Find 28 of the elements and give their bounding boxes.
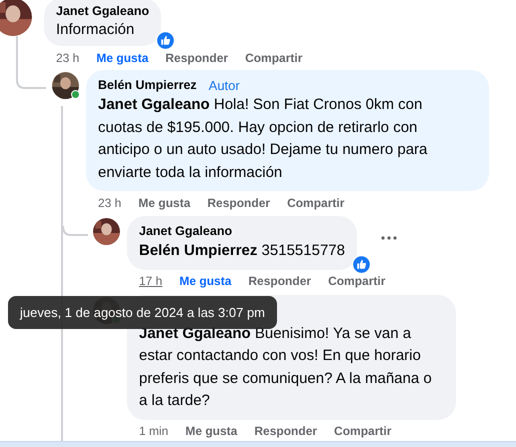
timestamp-link[interactable]: 23 h — [98, 196, 122, 210]
like-link[interactable]: Me gusta — [96, 50, 148, 64]
more-options-icon[interactable] — [380, 236, 397, 240]
reply-link[interactable]: Responder — [248, 274, 312, 288]
like-reaction-icon[interactable] — [352, 254, 371, 274]
author-label: Autor — [208, 77, 240, 94]
reply-link[interactable]: Responder — [165, 50, 228, 64]
date-tooltip: jueves, 1 de agosto de 2024 a las 3:07 pm — [8, 296, 278, 329]
like-link[interactable]: Me gusta — [138, 196, 190, 210]
share-link[interactable]: Compartir — [287, 196, 344, 210]
reply-link[interactable]: Responder — [254, 424, 318, 438]
comment-text: Información — [56, 20, 136, 40]
thread-line — [16, 36, 46, 89]
author-name[interactable]: Janet Ggaleano — [139, 223, 232, 240]
timestamp-link[interactable]: 1 min — [139, 424, 168, 438]
share-link[interactable]: Compartir — [328, 274, 386, 288]
author-name[interactable]: Belén Umpierrez — [98, 77, 197, 94]
share-link[interactable]: Compartir — [245, 50, 302, 64]
comment-text: Belén Umpierrez 3515515778 — [139, 241, 345, 261]
like-link[interactable]: Me gusta — [179, 274, 232, 288]
author-name[interactable]: Janet Ggaleano — [56, 3, 150, 20]
timestamp-link[interactable]: 17 h — [139, 274, 162, 288]
like-link[interactable]: Me gusta — [185, 424, 238, 438]
reply-link[interactable]: Responder — [207, 196, 270, 210]
comment-text: Janet Ggaleano Hola! Son Fiat Cronos 0km con cuotas de $195.000. Hay opcion de retirarlo con anticipo o un auto usado! Dejame tu numero para enviarte toda la información — [98, 95, 428, 182]
share-link[interactable]: Compartir — [334, 424, 392, 438]
like-reaction-icon[interactable] — [156, 31, 176, 50]
timestamp-link[interactable]: 23 h — [56, 50, 80, 64]
